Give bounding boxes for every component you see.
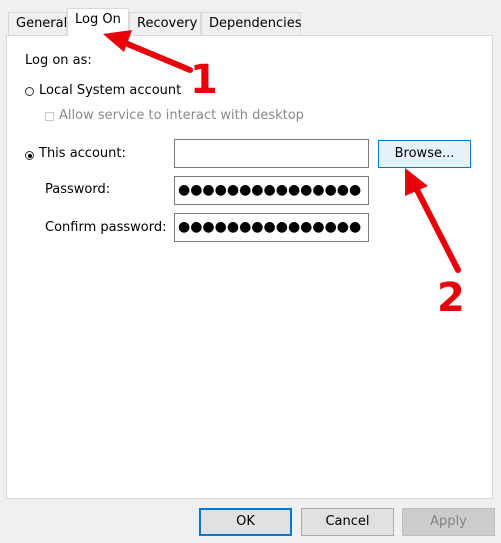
- account-input[interactable]: [174, 139, 369, 168]
- tab-dependencies[interactable]: Dependencies: [201, 12, 302, 35]
- tab-log-on[interactable]: Log On: [67, 8, 129, 36]
- annotation-marker-1: 1: [190, 57, 218, 103]
- allow-interact-label: Allow service to interact with desktop: [59, 108, 304, 123]
- this-account-radio[interactable]: [25, 151, 34, 160]
- local-system-radio[interactable]: [25, 87, 34, 96]
- annotation-marker-2: 2: [437, 275, 465, 321]
- confirm-password-field[interactable]: ●●●●●●●●●●●●●●●: [174, 213, 369, 242]
- apply-button: Apply: [402, 508, 495, 536]
- browse-button[interactable]: Browse...: [378, 140, 471, 168]
- tab-recovery[interactable]: Recovery: [129, 12, 201, 35]
- password-field[interactable]: ●●●●●●●●●●●●●●●: [174, 176, 369, 205]
- log-on-as-label: Log on as:: [25, 53, 92, 68]
- confirm-password-label: Confirm password:: [45, 220, 167, 235]
- tab-recovery-label: Recovery: [137, 16, 198, 31]
- tab-general[interactable]: General: [8, 12, 67, 35]
- this-account-label[interactable]: This account:: [39, 146, 126, 161]
- log-on-panel: Log on as: Local System account Allow se…: [6, 35, 493, 499]
- password-label: Password:: [45, 182, 111, 197]
- ok-button[interactable]: OK: [199, 508, 292, 536]
- local-system-label[interactable]: Local System account: [39, 83, 181, 98]
- allow-interact-checkbox[interactable]: [45, 112, 54, 121]
- tab-dependencies-label: Dependencies: [209, 16, 302, 31]
- tab-general-label: General: [16, 16, 68, 31]
- tab-log-on-label: Log On: [75, 12, 121, 27]
- cancel-button[interactable]: Cancel: [301, 508, 394, 536]
